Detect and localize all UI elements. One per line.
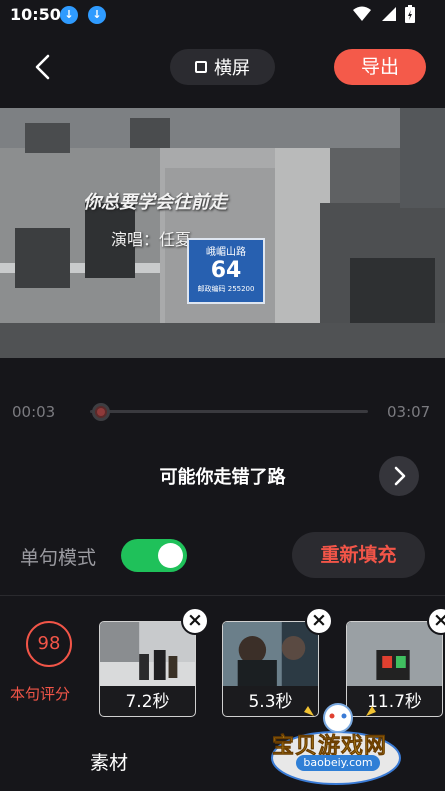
signal-icon — [382, 7, 396, 21]
download-icon: ↓ — [60, 6, 78, 24]
status-bar: 10:50 ↓ ↓ — [0, 0, 445, 30]
street-sign-number: 64 — [210, 258, 242, 283]
single-sentence-mode-toggle[interactable] — [121, 539, 187, 572]
lyric-caption: 你总要学会往前走 — [83, 192, 227, 213]
divider — [0, 595, 445, 596]
status-time: 10:50 — [10, 5, 61, 24]
material-tab[interactable]: 素材 — [90, 748, 128, 775]
current-time: 00:03 — [12, 403, 56, 421]
video-frame-image — [0, 108, 445, 358]
landscape-label: 横屏 — [214, 58, 250, 79]
landscape-button[interactable]: 横屏 — [170, 49, 275, 85]
clip-thumbnail — [347, 622, 442, 686]
sentence-score: 98 — [26, 621, 72, 667]
single-sentence-mode-label: 单句模式 — [20, 547, 97, 569]
battery-icon — [405, 5, 415, 23]
toggle-knob — [158, 543, 183, 568]
landscape-icon — [195, 61, 207, 73]
sentence-score-label: 本句评分 — [10, 685, 71, 703]
chevron-right-icon — [394, 466, 406, 486]
street-sign-postcode: 邮政编码 255200 — [197, 285, 255, 293]
wifi-icon — [353, 6, 371, 21]
street-sign: 峨嵋山路 64 邮政编码 255200 — [187, 238, 265, 304]
status-icons — [353, 5, 415, 23]
remove-clip-button[interactable]: × — [305, 607, 333, 635]
export-button[interactable]: 导出 — [334, 49, 426, 85]
download-icon: ↓ — [88, 6, 106, 24]
total-time: 03:07 — [387, 403, 431, 421]
clip-card[interactable]: 7.2秒 — [99, 621, 196, 717]
next-sentence-button[interactable] — [379, 456, 419, 496]
watermark-url: baobeiy.com — [296, 755, 380, 771]
remove-clip-button[interactable]: × — [181, 607, 209, 635]
singer-caption: 演唱：任夏 — [111, 230, 192, 249]
video-preview[interactable] — [0, 108, 445, 358]
progress-thumb[interactable] — [92, 403, 110, 421]
clip-duration: 7.2秒 — [125, 692, 170, 712]
clip-thumbnail — [223, 622, 318, 686]
back-icon[interactable] — [28, 52, 58, 82]
progress-track[interactable] — [90, 410, 368, 413]
clip-thumbnail — [100, 622, 195, 686]
street-sign-name: 峨嵋山路 — [206, 247, 246, 258]
refill-button[interactable]: 重新填充 — [292, 532, 425, 578]
